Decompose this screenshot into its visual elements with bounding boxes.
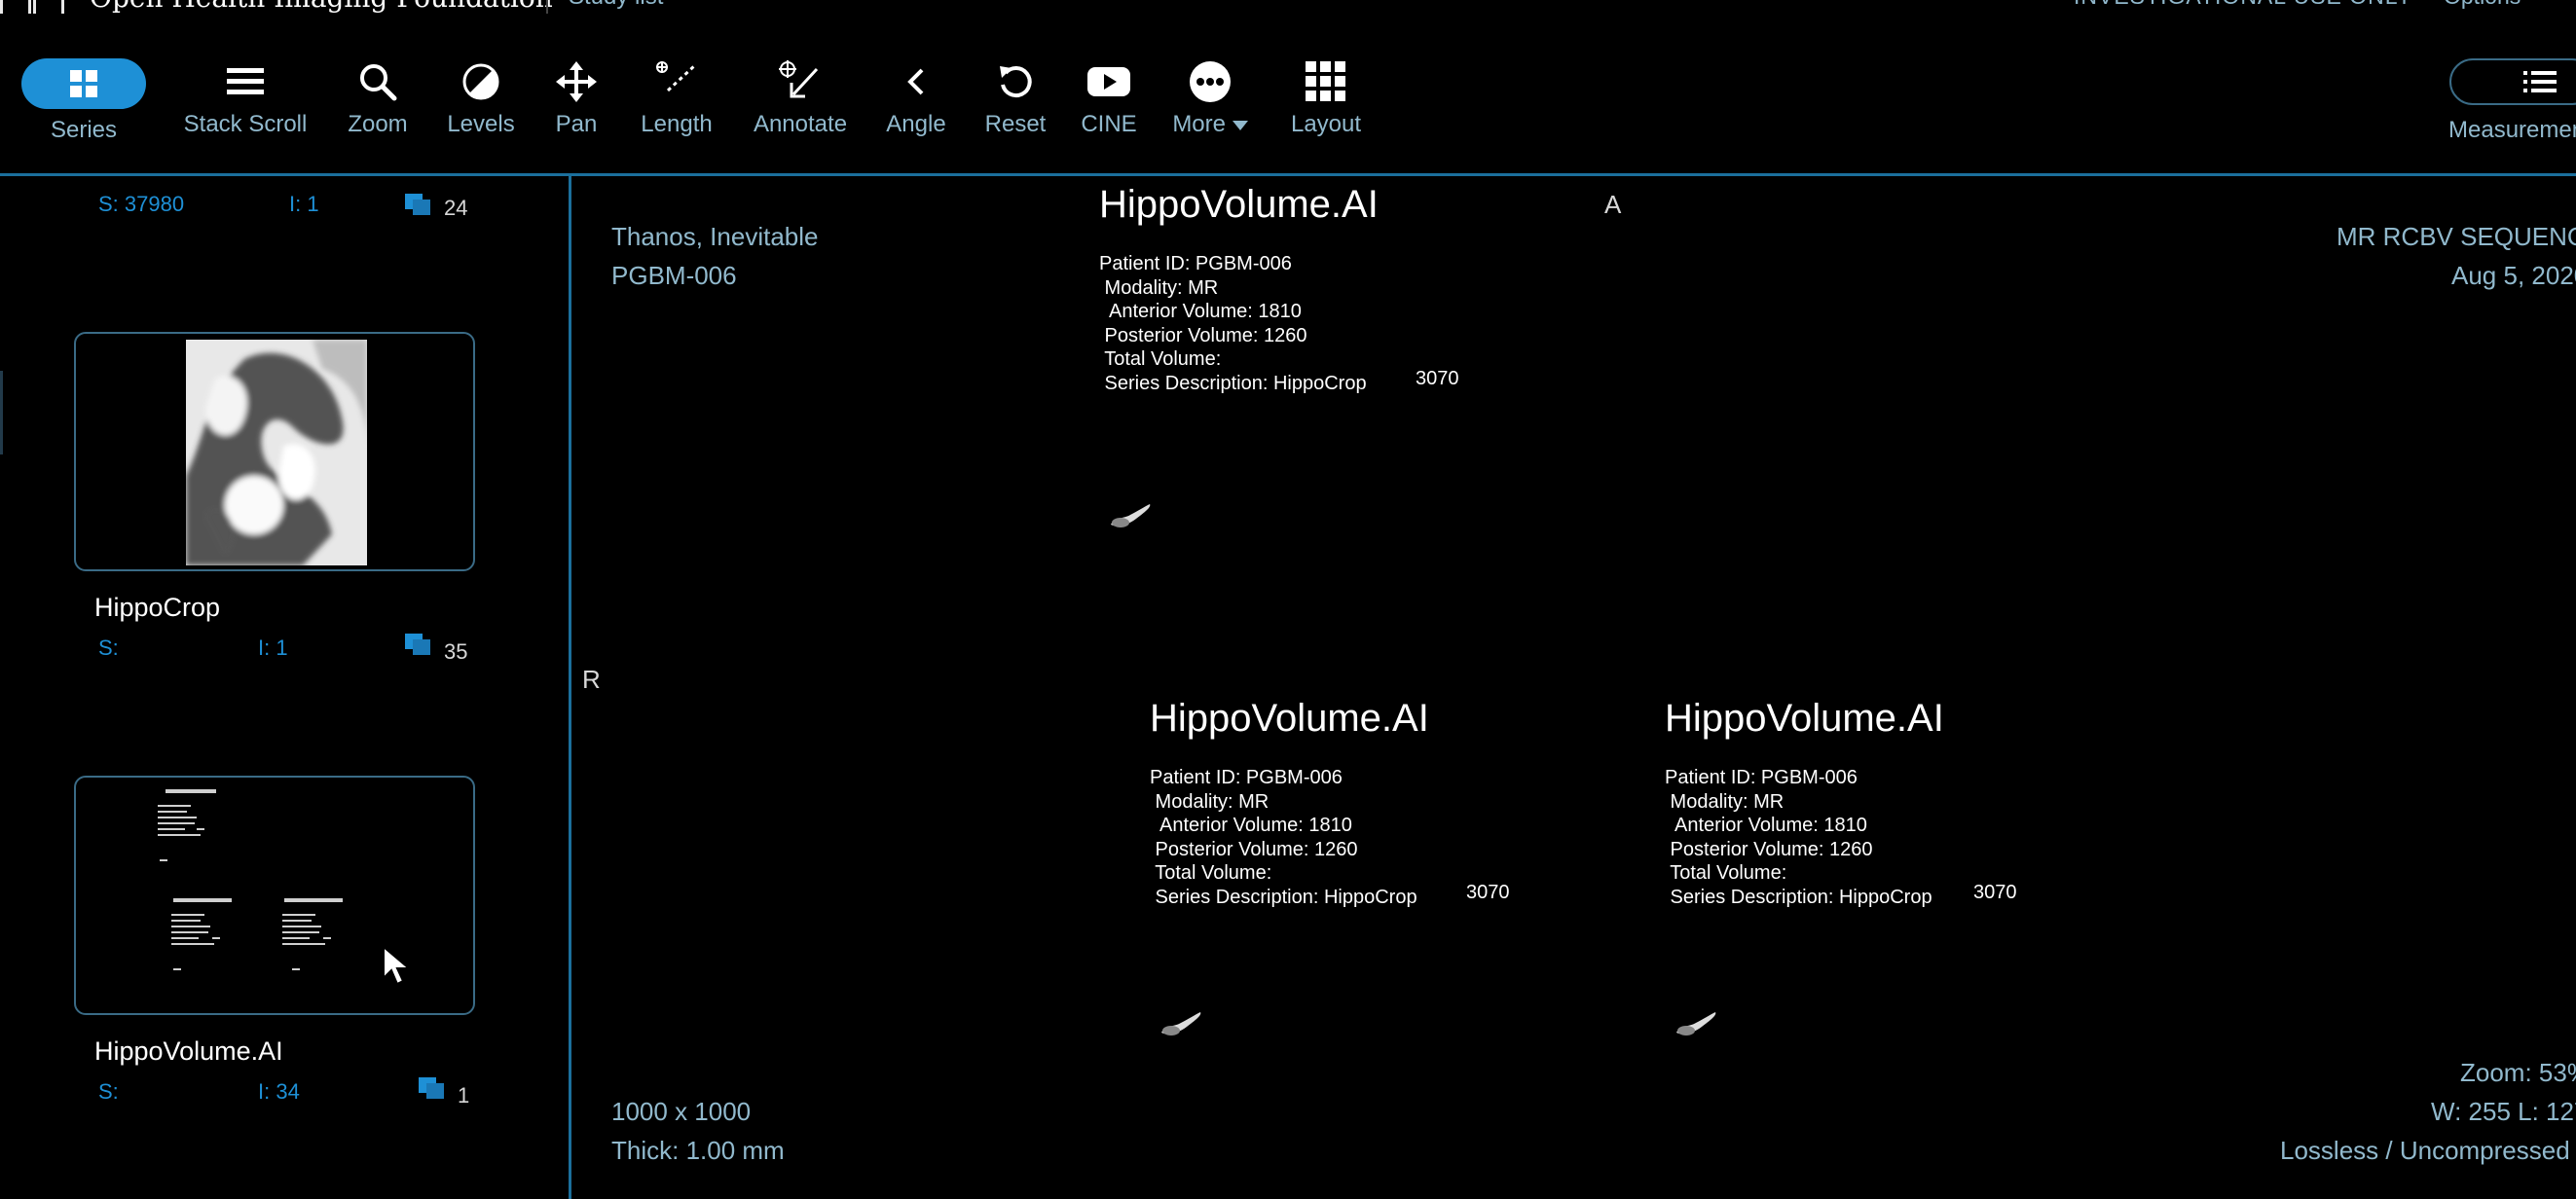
reset-button[interactable]: Reset (979, 53, 1051, 138)
toolbar: Series Stack Scroll Zoom Levels Pan Leng… (0, 43, 2576, 175)
panel-scrollbar[interactable] (0, 371, 3, 454)
angle-button[interactable]: Angle (880, 53, 952, 138)
series-description: MR RCBV SEQUENCE (2337, 222, 2576, 251)
levels-button[interactable]: Levels (444, 53, 518, 138)
list-icon (2523, 71, 2557, 92)
length-button[interactable]: Length (635, 53, 718, 138)
undo-icon (1000, 66, 1032, 98)
report-posterior-volume: Posterior Volume: 1260 (1150, 838, 1358, 860)
report-anterior-volume: Anterior Volume: 1810 (1099, 301, 1302, 322)
layout-button[interactable]: Layout (1283, 53, 1369, 138)
series-name: HippoVolume.AI (94, 1036, 283, 1066)
study-date: Aug 5, 2020 (2451, 261, 2576, 290)
instance-number: I: 34 (258, 1079, 300, 1104)
options-menu[interactable]: Options (2444, 0, 2521, 10)
image-count: 1 (458, 1083, 470, 1108)
bars-icon (227, 68, 264, 94)
report-posterior-volume: Posterior Volume: 1260 (1099, 324, 1307, 346)
mouse-cursor-icon (383, 945, 412, 986)
ohif-logo-icon[interactable] (0, 0, 64, 14)
series-number: S: (98, 636, 119, 660)
report-patient-id: Patient ID: PGBM-006 (1099, 253, 1292, 274)
compression-info: Lossless / Uncompressed (2280, 1136, 2570, 1165)
measurements-label[interactable]: Measurements (2448, 117, 2576, 144)
magnifier-icon (360, 64, 397, 101)
image-stack-icon (419, 1077, 446, 1101)
window-level: W: 255 L: 127 (2431, 1097, 2576, 1126)
patient-id: PGBM-006 (611, 261, 737, 290)
report-posterior-volume: Posterior Volume: 1260 (1665, 838, 1873, 860)
report-total-volume-value: 3070 (1416, 368, 1459, 389)
series-label[interactable]: Series (21, 117, 146, 144)
image-stack-icon (405, 634, 432, 657)
patient-name: Thanos, Inevitable (611, 222, 819, 251)
report-total-volume-value: 3070 (1973, 882, 2017, 903)
zoom-level: Zoom: 53% (2460, 1058, 2576, 1087)
report-patient-id: Patient ID: PGBM-006 (1665, 767, 1858, 788)
contrast-icon (462, 63, 499, 100)
volume-report: HippoVolume.AI Patient ID: PGBM-006 Moda… (1099, 182, 1683, 610)
image-dimensions: 1000 x 1000 (611, 1097, 752, 1126)
report-anterior-volume: Anterior Volume: 1810 (1150, 815, 1352, 836)
cine-button[interactable]: CINE (1075, 53, 1143, 138)
series-thumbnail[interactable] (74, 776, 475, 1015)
report-modality: Modality: MR (1665, 790, 1785, 813)
hippocampus-segment-image (1161, 1012, 1201, 1036)
report-patient-id: Patient ID: PGBM-006 (1150, 767, 1343, 788)
report-total-volume-value: 3070 (1466, 882, 1510, 903)
header-divider (546, 0, 548, 14)
caret-down-icon (1232, 120, 1248, 130)
report-modality: Modality: MR (1150, 790, 1270, 813)
layout-grid-icon (1306, 61, 1345, 101)
more-tools-button[interactable]: More (1166, 53, 1254, 138)
slice-thickness: Thick: 1.00 mm (611, 1136, 785, 1165)
report-total-volume-label: Total Volume: (1099, 348, 1222, 370)
report-series-description: Series Description: HippoCrop (1099, 372, 1367, 394)
series-panel: S: 37980 I: 1 24 HippoCrop S: I: 1 35 Hi… (0, 176, 570, 1199)
report-series-description: Series Description: HippoCrop (1665, 886, 1932, 908)
study-list-link[interactable]: Study list (569, 0, 663, 11)
grid-icon (70, 70, 97, 97)
report-title: HippoVolume.AI (1099, 183, 1379, 226)
measurements-toggle-button[interactable] (2449, 58, 2576, 105)
org-name: Open Health Imaging Foundation (90, 0, 553, 14)
image-count: 35 (444, 639, 468, 664)
instance-number: I: 1 (289, 192, 319, 216)
series-number: S: 37980 (98, 192, 185, 216)
image-stack-icon (405, 194, 432, 217)
ruler-measure-icon (656, 61, 697, 92)
report-modality: Modality: MR (1099, 276, 1219, 299)
series-thumbnail[interactable] (74, 332, 475, 571)
orientation-marker-left: R (582, 665, 601, 694)
report-title: HippoVolume.AI (1665, 697, 1944, 740)
volume-report: HippoVolume.AI Patient ID: PGBM-006 Moda… (1150, 696, 1637, 1124)
annotate-arrow-icon (779, 60, 819, 98)
image-viewport[interactable]: Thanos, Inevitable PGBM-006 MR RCBV SEQU… (571, 176, 2576, 1199)
hippocampus-thumbnail-image (186, 340, 367, 565)
investigational-notice: INVESTIGATIONAL USE ONLY (2074, 0, 2412, 10)
annotate-button[interactable]: Annotate (750, 53, 851, 138)
hippocampus-segment-image (1111, 504, 1151, 527)
ellipsis-circle-icon (1190, 61, 1231, 102)
pan-button[interactable]: Pan (547, 53, 606, 138)
report-total-volume-label: Total Volume: (1665, 862, 1787, 884)
report-total-volume-label: Total Volume: (1150, 862, 1272, 884)
stack-scroll-button[interactable]: Stack Scroll (181, 53, 310, 138)
report-series-description: Series Description: HippoCrop (1150, 886, 1417, 908)
series-toggle-button[interactable] (21, 58, 146, 109)
report-title: HippoVolume.AI (1150, 697, 1429, 740)
hippocampus-segment-image (1676, 1012, 1716, 1036)
report-anterior-volume: Anterior Volume: 1810 (1665, 815, 1867, 836)
top-header: Open Health Imaging Foundation Study lis… (0, 0, 2576, 14)
volume-report: HippoVolume.AI Patient ID: PGBM-006 Moda… (1665, 696, 2152, 1124)
move-arrows-icon (556, 61, 597, 102)
series-number: S: (98, 1079, 119, 1104)
series-name: HippoCrop (94, 593, 221, 622)
zoom-button[interactable]: Zoom (341, 53, 415, 138)
chevron-left-icon (907, 68, 924, 95)
play-video-icon (1087, 67, 1130, 96)
instance-number: I: 1 (258, 636, 288, 660)
image-count: 24 (444, 196, 468, 220)
